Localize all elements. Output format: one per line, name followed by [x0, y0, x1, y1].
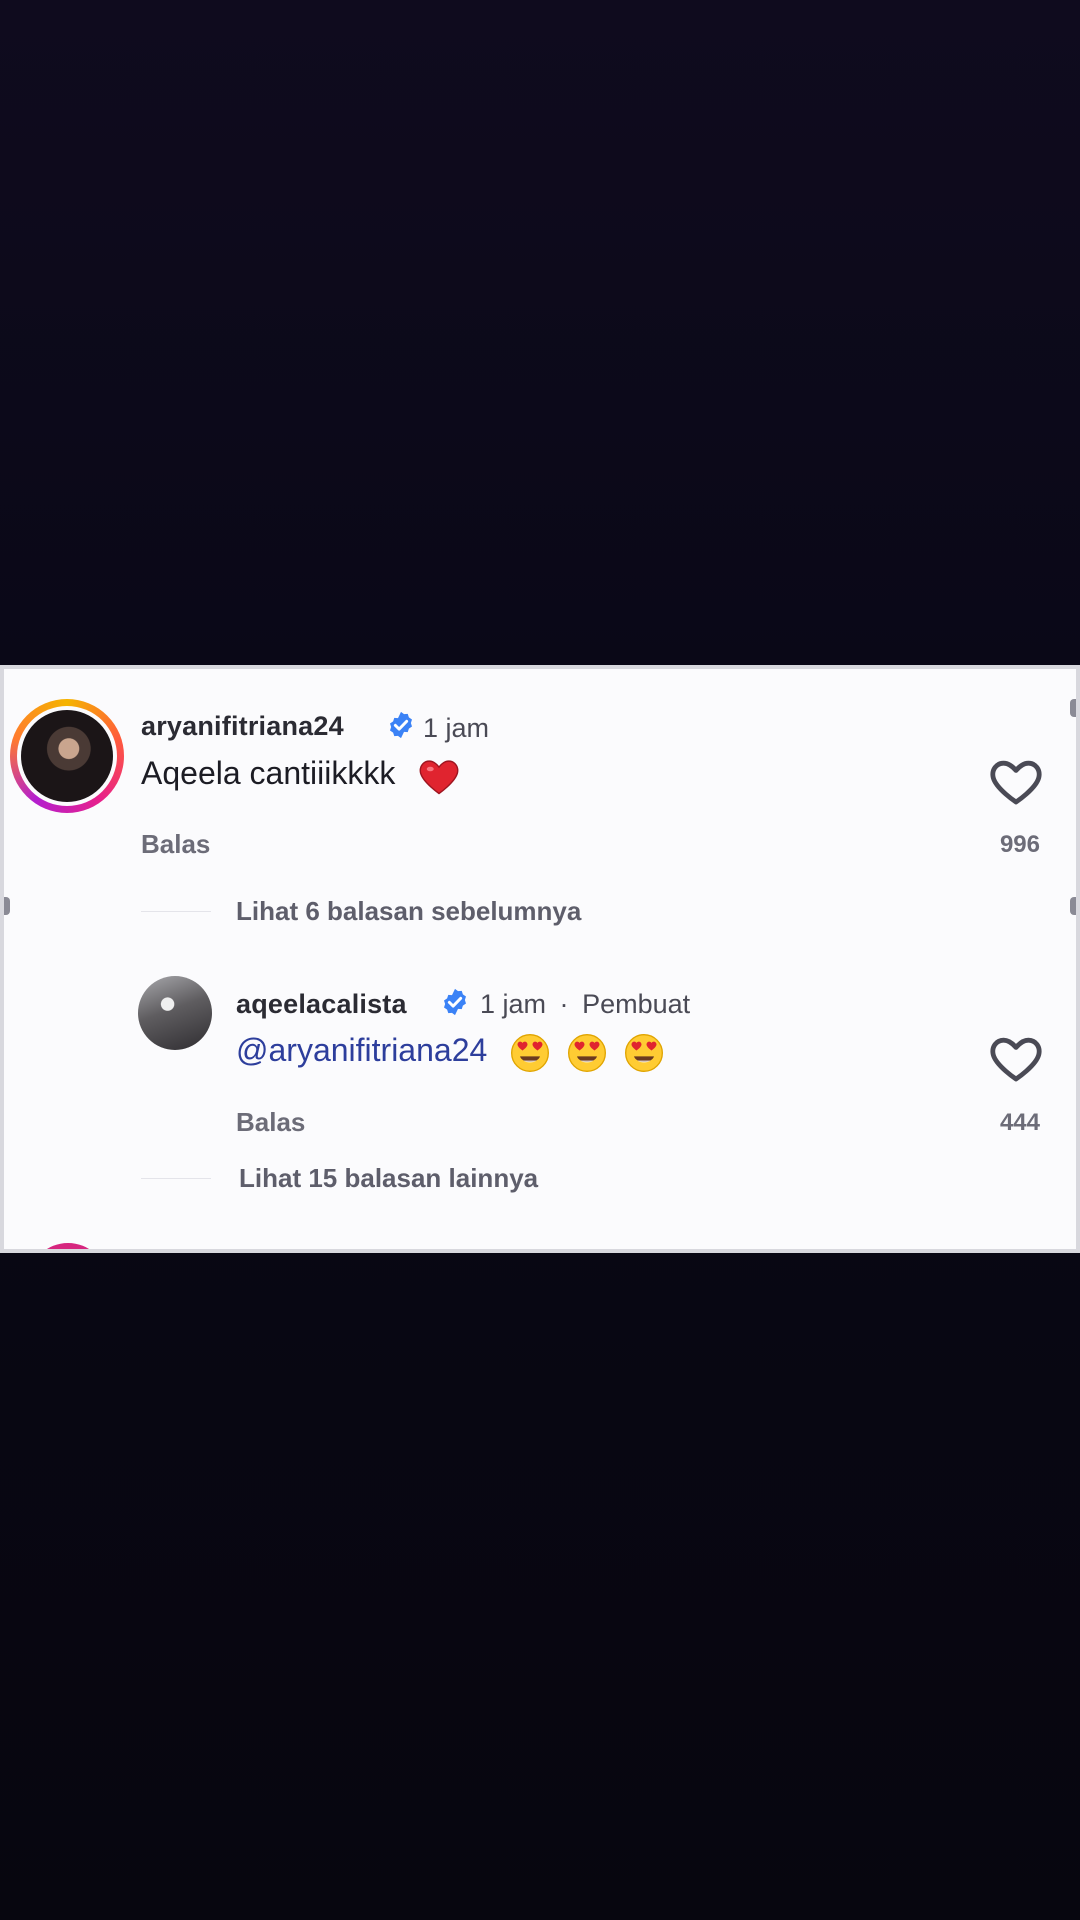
red-heart-icon: [419, 759, 459, 794]
replies-thread-line: [141, 911, 211, 912]
scroll-edge-marker: [1070, 897, 1076, 915]
avatar-story-ring[interactable]: [10, 699, 124, 813]
scroll-edge-marker: [4, 897, 10, 915]
meta-separator: ·: [559, 989, 569, 1019]
comment-time: 1 jam: [423, 713, 490, 743]
comment-username[interactable]: aryanifitriana24: [141, 711, 344, 742]
comment-body: Aqeela cantiiikkkk: [141, 755, 396, 791]
heart-eyes-emoji-icon: [568, 1033, 607, 1072]
mention-link[interactable]: @aryanifitriana24: [236, 1032, 487, 1068]
heart-outline-icon[interactable]: [990, 758, 1042, 806]
avatar: [21, 710, 113, 802]
scroll-edge-marker: [1070, 699, 1076, 717]
heart-eyes-emoji-icon: [511, 1033, 550, 1072]
verified-badge-icon: [444, 988, 466, 1016]
comment-username[interactable]: aqeelacalista: [236, 989, 407, 1020]
avatar[interactable]: [138, 976, 212, 1050]
time-value: 1 jam: [480, 989, 547, 1019]
replies-thread-line: [141, 1178, 211, 1179]
heart-eyes-emoji-icon: [624, 1033, 663, 1072]
reply-button[interactable]: Balas: [236, 1107, 305, 1138]
like-count: 444: [999, 1109, 1040, 1136]
reply-button[interactable]: Balas: [141, 829, 210, 860]
view-previous-replies-link[interactable]: Lihat 6 balasan sebelumnya: [236, 896, 581, 927]
verified-badge-icon: [390, 711, 412, 739]
view-more-replies-link[interactable]: Lihat 15 balasan lainnya: [239, 1163, 538, 1194]
creator-label: Pembuat: [582, 989, 691, 1019]
comment-text: @aryanifitriana24: [236, 1032, 664, 1073]
like-count: 996: [999, 831, 1040, 858]
comment-text: Aqeela cantiiikkkk: [141, 755, 460, 796]
comment-panel: aryanifitriana24 1 jam Aqeela cantiiikkk…: [0, 665, 1080, 1253]
comment-time: 1 jam · Pembuat: [480, 989, 690, 1020]
heart-outline-icon[interactable]: [990, 1035, 1042, 1083]
next-comment-avatar-ring: [28, 1243, 108, 1249]
avatar-ring-gap: [17, 706, 117, 806]
